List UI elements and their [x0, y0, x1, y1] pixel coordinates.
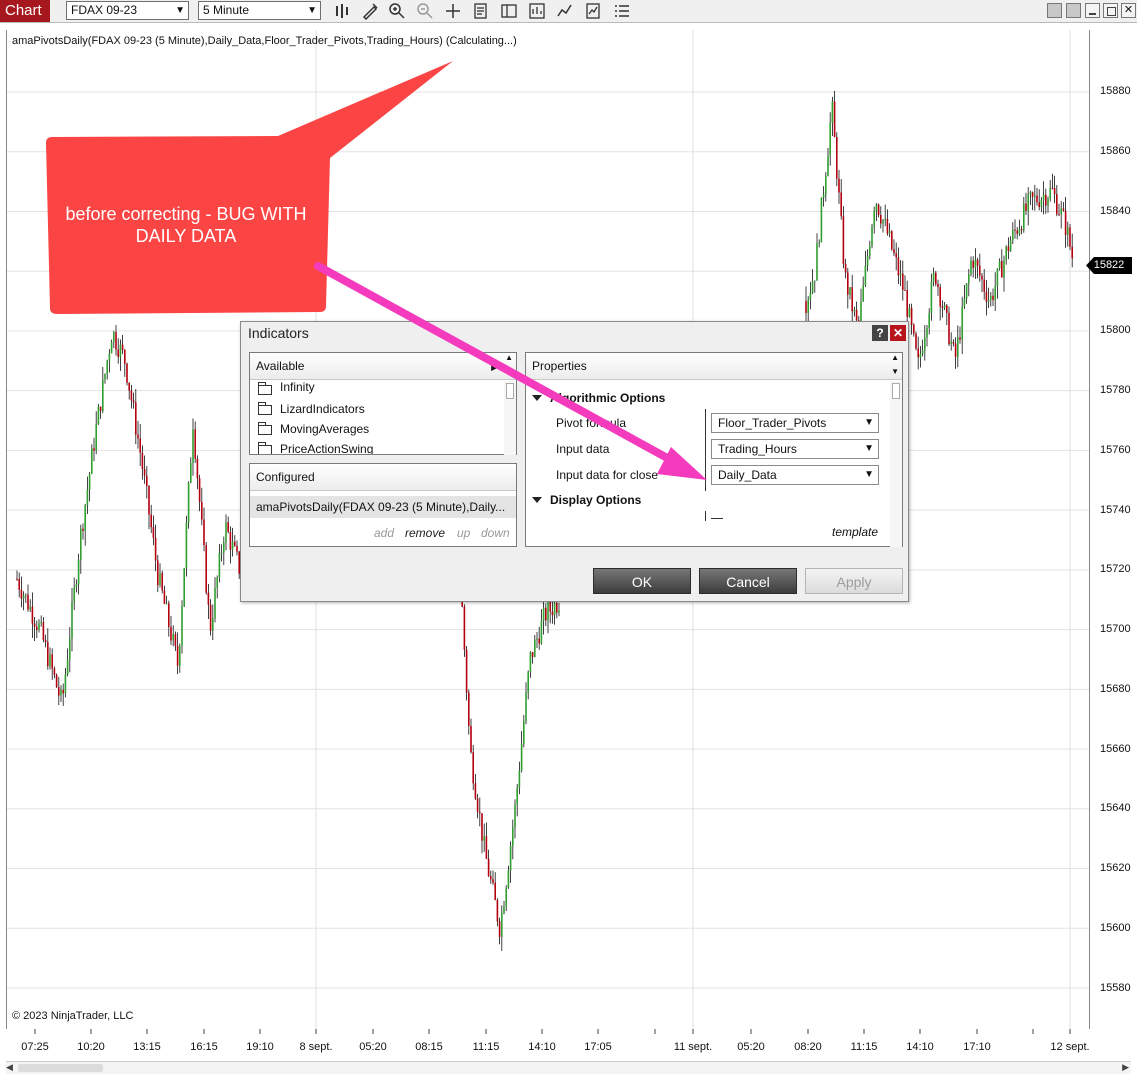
- chevron-right-icon[interactable]: ▶: [491, 362, 498, 373]
- template-link[interactable]: template: [832, 525, 878, 539]
- configured-item[interactable]: amaPivotsDaily(FDAX 09-23 (5 Minute),Dai…: [250, 496, 516, 518]
- available-scrollbar[interactable]: [504, 381, 516, 455]
- pivot-formula-label: Pivot formula: [556, 416, 627, 430]
- folder-icon: [258, 442, 272, 454]
- scrollbar-thumb[interactable]: [506, 383, 514, 399]
- input-data-close-value: Daily_Data: [718, 468, 777, 482]
- list-item[interactable]: MovingAverages: [280, 422, 369, 436]
- scroll-down-icon[interactable]: ▼: [891, 367, 899, 376]
- up-link[interactable]: up: [457, 526, 470, 540]
- configured-header: Configured: [250, 464, 516, 491]
- available-panel: Available ▲ ▶ Infinity LizardIndicators …: [249, 352, 517, 455]
- available-list[interactable]: Infinity LizardIndicators MovingAverages…: [250, 381, 503, 454]
- properties-header: Properties: [526, 353, 902, 380]
- scrollbar-thumb[interactable]: [892, 383, 900, 399]
- input-data-select[interactable]: Trading_Hours ▼: [711, 439, 879, 459]
- help-icon[interactable]: ?: [872, 325, 888, 341]
- add-link[interactable]: add: [374, 526, 394, 540]
- properties-panel: Properties ▲ ▼ Algorithmic Options Pivot…: [525, 352, 903, 547]
- column-divider: [705, 409, 706, 491]
- section-display-options[interactable]: Display Options: [550, 493, 641, 507]
- partial-field: [711, 518, 723, 519]
- column-divider: [705, 511, 706, 521]
- list-item[interactable]: LizardIndicators: [280, 402, 365, 416]
- pivot-formula-select[interactable]: Floor_Trader_Pivots ▼: [711, 413, 879, 433]
- indicators-dialog: Indicators ? ✕ Available ▲ ▶ Infinity Li…: [240, 321, 909, 602]
- down-link[interactable]: down: [481, 526, 510, 540]
- section-algorithmic-options[interactable]: Algorithmic Options: [550, 391, 665, 405]
- input-data-label: Input data: [556, 442, 610, 456]
- dialog-title: Indicators: [248, 325, 309, 341]
- callout-bubble: [46, 61, 453, 314]
- input-data-close-select[interactable]: Daily_Data ▼: [711, 465, 879, 485]
- apply-button[interactable]: Apply: [805, 568, 903, 594]
- pivot-formula-value: Floor_Trader_Pivots: [718, 416, 827, 430]
- close-icon[interactable]: ✕: [890, 325, 906, 341]
- input-data-value: Trading_Hours: [718, 442, 797, 456]
- available-header: Available: [250, 353, 516, 380]
- input-data-close-label: Input data for close: [556, 468, 659, 482]
- chevron-down-icon: ▼: [864, 417, 874, 428]
- list-item[interactable]: PriceActionSwing: [280, 442, 373, 454]
- remove-link[interactable]: remove: [405, 526, 445, 540]
- folder-icon: [258, 422, 272, 435]
- ok-button[interactable]: OK: [593, 568, 691, 594]
- folder-icon: [258, 382, 272, 395]
- callout-text: before correcting - BUG WITH DAILY DATA: [65, 204, 307, 246]
- properties-scrollbar[interactable]: [890, 381, 902, 547]
- scroll-up-icon[interactable]: ▲: [891, 353, 899, 362]
- configured-panel: Configured amaPivotsDaily(FDAX 09-23 (5 …: [249, 463, 517, 547]
- collapse-triangle-icon[interactable]: [532, 497, 542, 503]
- folder-icon: [258, 402, 272, 415]
- list-item[interactable]: Infinity: [280, 381, 315, 394]
- chevron-down-icon: ▼: [864, 469, 874, 480]
- cancel-button[interactable]: Cancel: [699, 568, 797, 594]
- collapse-triangle-icon[interactable]: [532, 395, 542, 401]
- scroll-up-icon[interactable]: ▲: [505, 353, 513, 362]
- chevron-down-icon: ▼: [864, 443, 874, 454]
